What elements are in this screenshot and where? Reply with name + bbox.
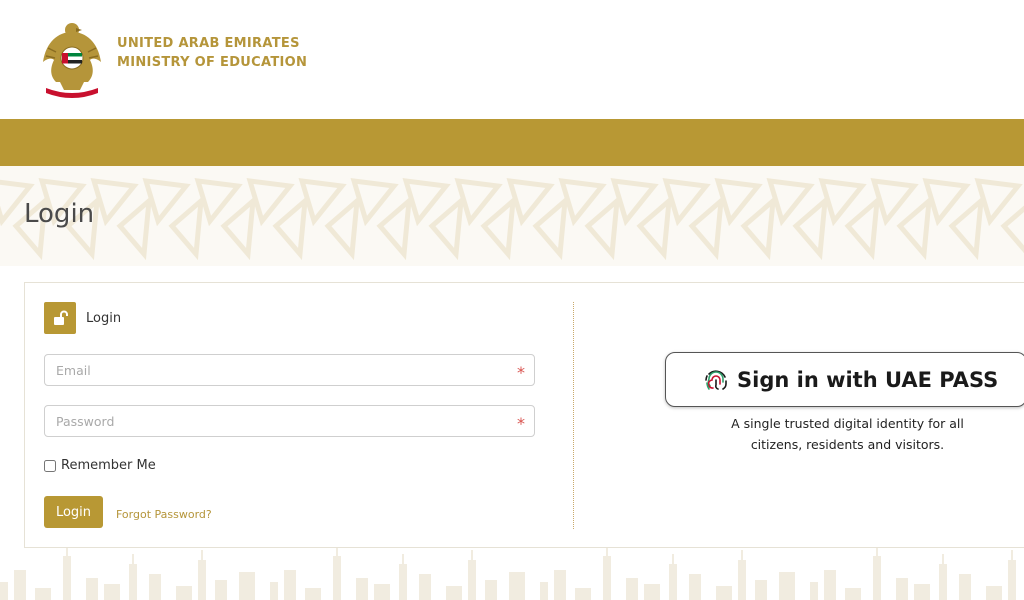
- forgot-password-link[interactable]: Forgot Password?: [116, 508, 212, 521]
- uae-pass-description-line2: citizens, residents and visitors.: [750, 437, 945, 452]
- login-heading: Login: [86, 311, 122, 326]
- remember-me-label: Remember Me: [61, 458, 156, 473]
- password-field[interactable]: [44, 405, 535, 437]
- remember-me[interactable]: Remember Me: [44, 458, 156, 473]
- country-name: UNITED ARAB EMIRATES: [117, 36, 300, 51]
- fingerprint-icon: [705, 369, 727, 390]
- uae-pass-description-line1: A single trusted digital identity for al…: [731, 416, 964, 431]
- uae-pass-description: A single trusted digital identity for al…: [715, 413, 980, 455]
- pattern-banner: [0, 166, 1024, 266]
- ministry-name: UNITED ARAB EMIRATES MINISTRY OF EDUCATI…: [117, 34, 307, 72]
- city-skyline-decoration: [0, 548, 1016, 600]
- page-title: Login: [24, 199, 95, 229]
- column-divider: [573, 302, 574, 529]
- login-button[interactable]: Login: [44, 496, 103, 528]
- header-gold-bar: [0, 119, 1024, 166]
- remember-me-checkbox[interactable]: [44, 459, 56, 472]
- uae-emblem-icon: [43, 23, 101, 98]
- email-field[interactable]: [44, 354, 535, 386]
- password-required-mark: *: [517, 414, 525, 433]
- login-card: Login * * Remember Me Login Forgot Passw…: [24, 282, 1024, 548]
- uae-pass-signin-button[interactable]: Sign in with UAE PASS: [665, 352, 1024, 407]
- unlock-icon: [44, 302, 76, 334]
- triangle-pattern: [0, 178, 1024, 261]
- site-header: UNITED ARAB EMIRATES MINISTRY OF EDUCATI…: [0, 0, 1024, 119]
- email-required-mark: *: [517, 363, 525, 382]
- ministry-title: MINISTRY OF EDUCATION: [117, 55, 308, 70]
- uae-pass-button-label: Sign in with UAE PASS: [737, 367, 999, 392]
